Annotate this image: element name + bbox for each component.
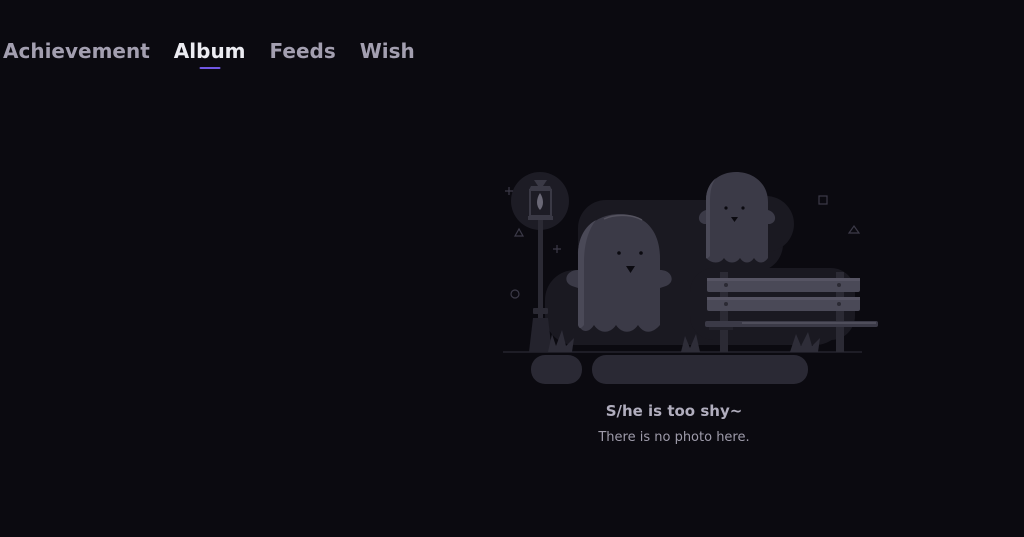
- ground-pill-large: [592, 355, 808, 384]
- tab-album-label: Album: [173, 39, 246, 63]
- tab-wish-label: Wish: [359, 39, 415, 63]
- active-tab-indicator: [199, 67, 221, 69]
- tab-feeds[interactable]: Feeds: [270, 38, 336, 70]
- ground-pill-small: [531, 355, 582, 384]
- tab-feeds-label: Feeds: [269, 39, 336, 63]
- profile-tabs: Achievement Album Feeds Wish: [3, 38, 439, 70]
- empty-state-title: S/he is too shy~: [605, 402, 743, 420]
- ghosts-on-park-bench-illustration: [503, 172, 878, 384]
- album-page: Achievement Album Feeds Wish S/he is too…: [0, 0, 1024, 537]
- empty-state-subtitle: There is no photo here.: [598, 430, 750, 445]
- tab-achievement-label: Achievement: [3, 39, 150, 63]
- tab-achievement[interactable]: Achievement: [3, 38, 150, 70]
- tab-album[interactable]: Album: [174, 38, 246, 70]
- tab-wish[interactable]: Wish: [360, 38, 415, 70]
- ghost-small: [698, 172, 776, 263]
